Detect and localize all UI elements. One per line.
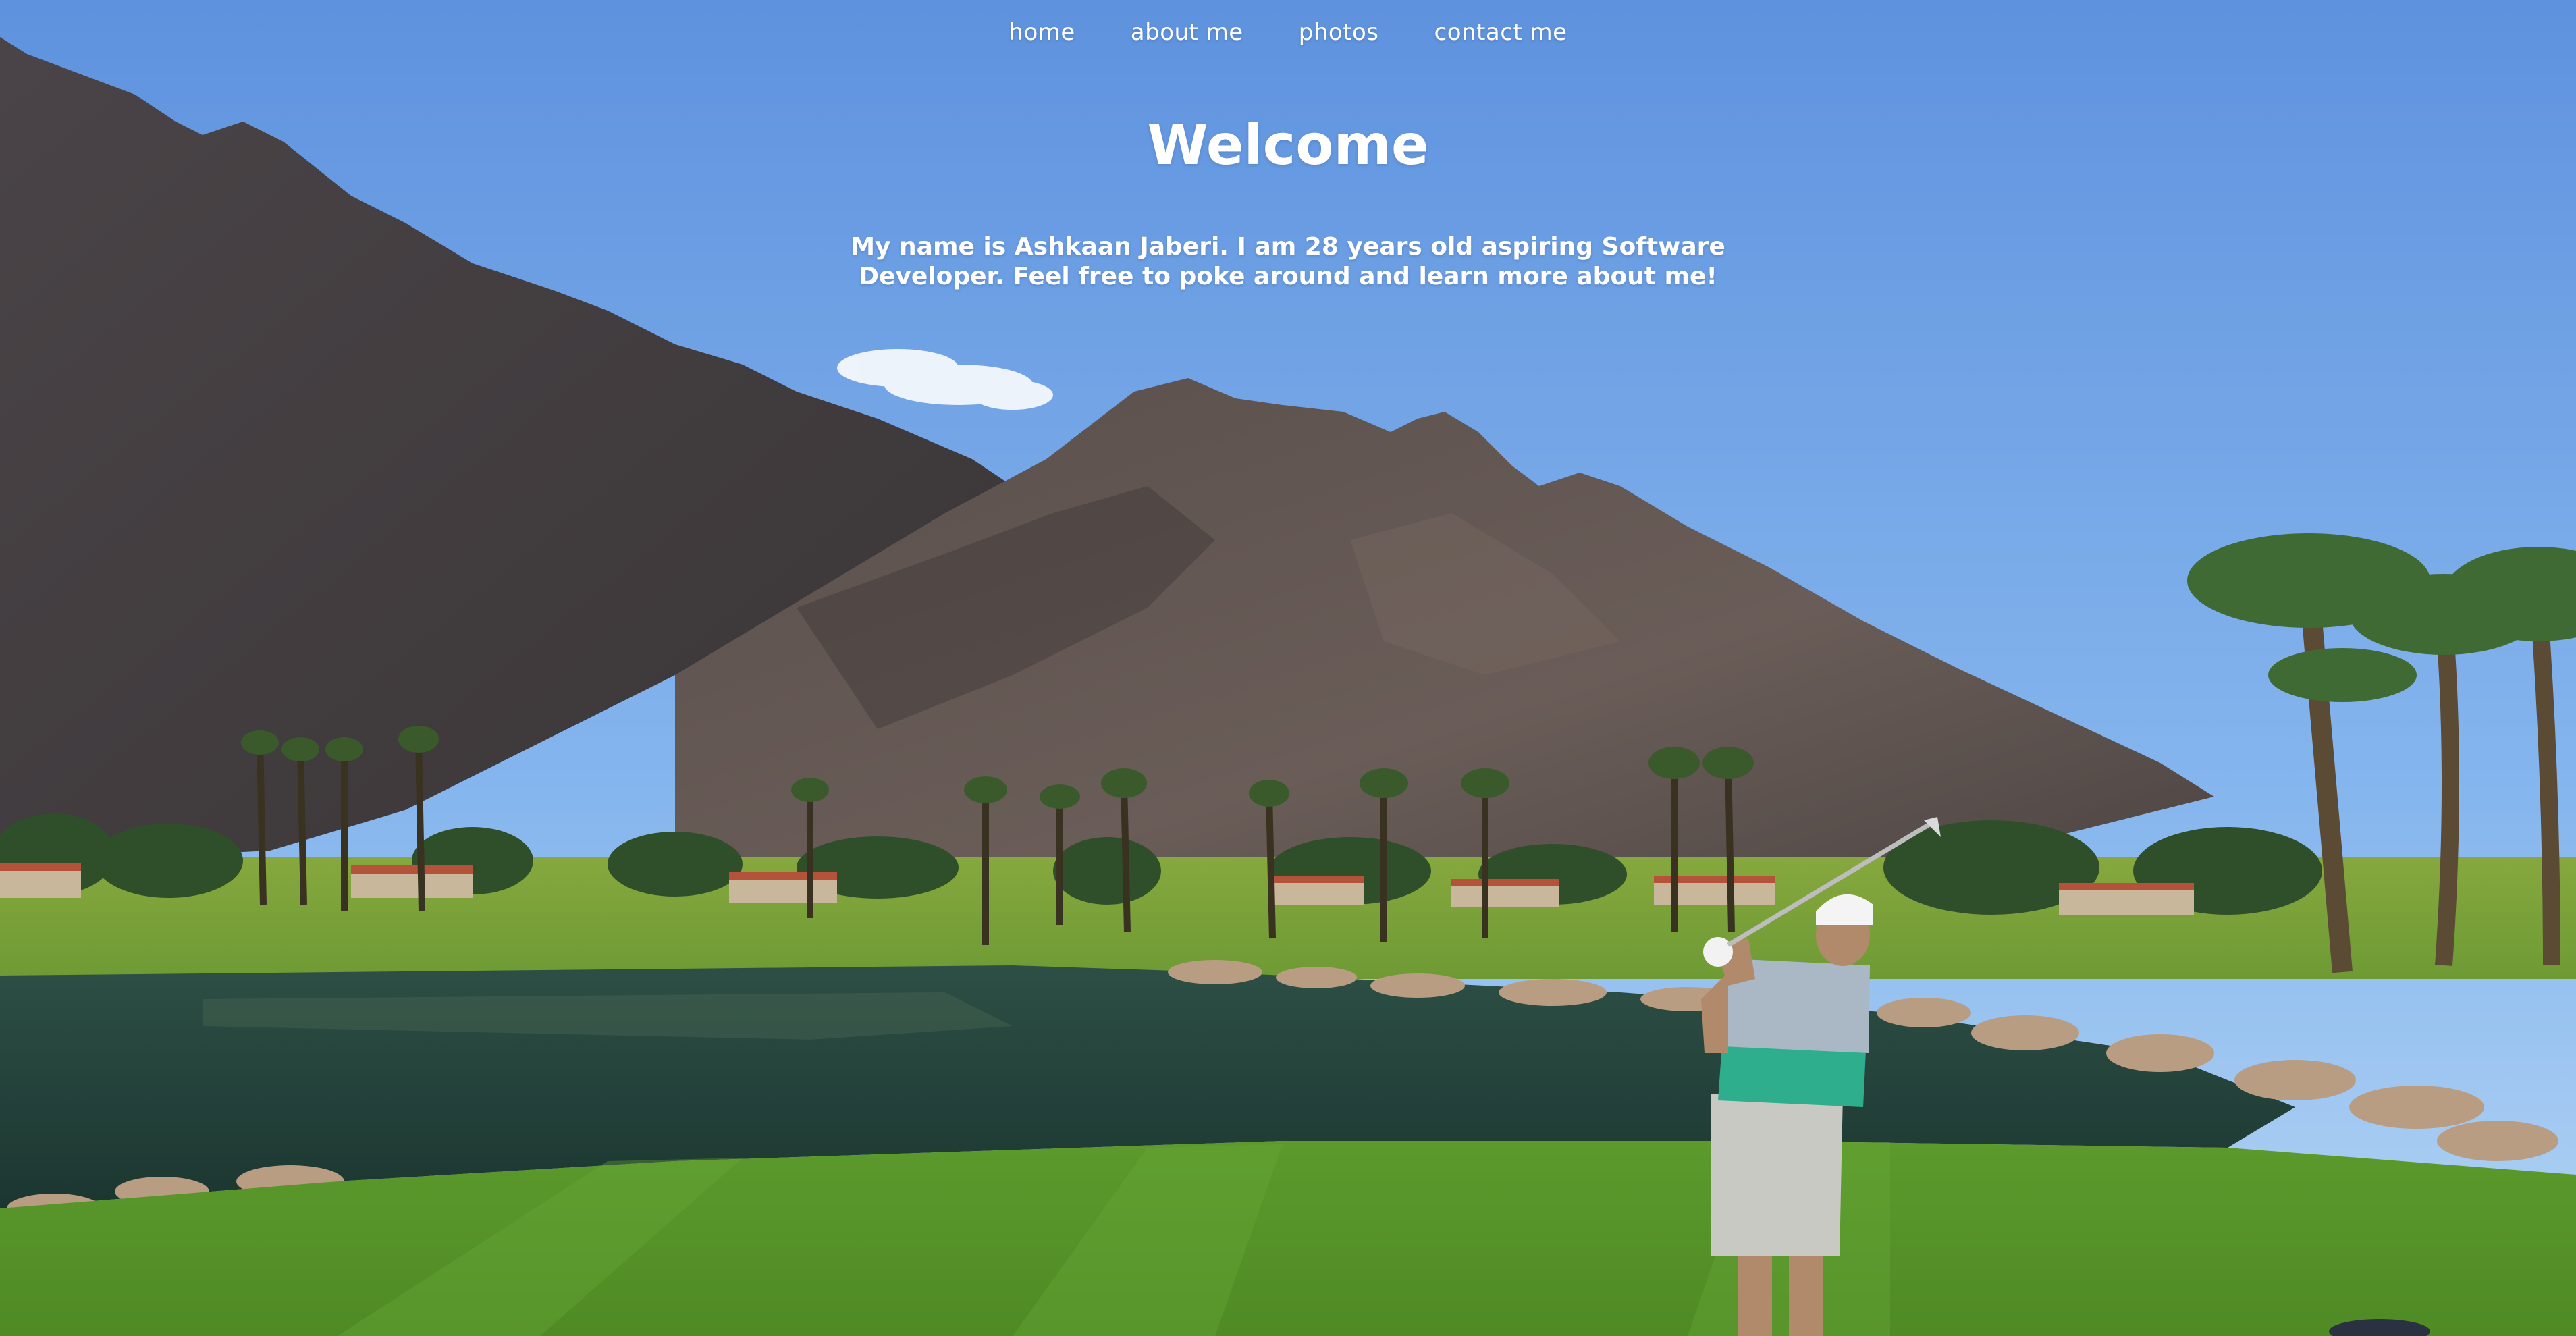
nav-home[interactable]: home <box>1009 19 1075 46</box>
hero-background-image <box>0 0 2576 1336</box>
nav-photos[interactable]: photos <box>1299 19 1379 46</box>
nav-about-me[interactable]: about me <box>1131 19 1243 46</box>
nav-contact-me[interactable]: contact me <box>1434 19 1567 46</box>
intro-text: My name is Ashkaan Jaberi. I am 28 years… <box>851 233 1725 290</box>
page-title: Welcome <box>1147 113 1429 178</box>
top-nav: home about me photos contact me <box>0 0 2576 65</box>
